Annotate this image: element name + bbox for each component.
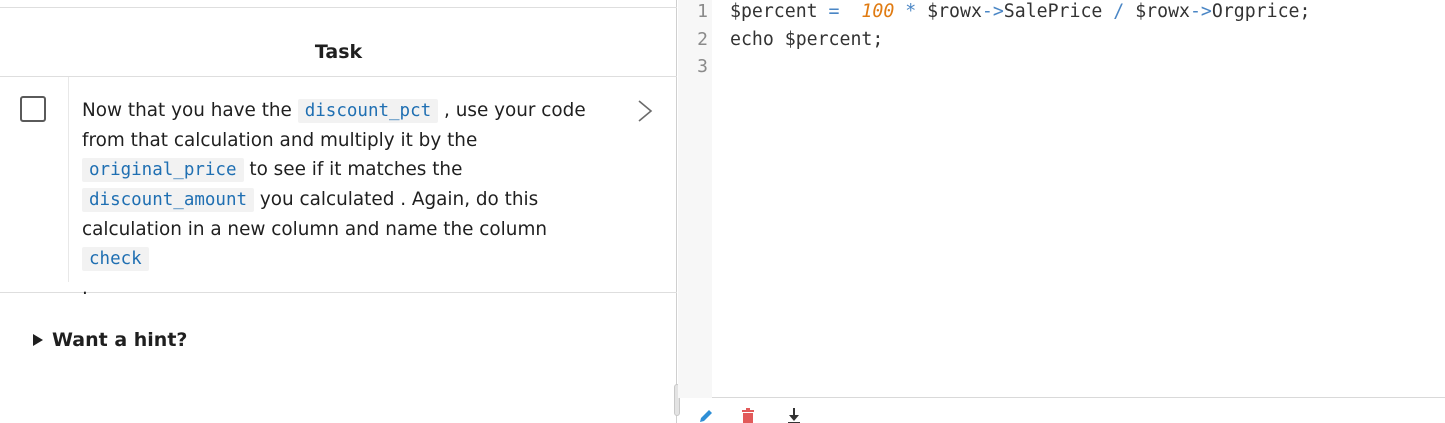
task-header: Task: [0, 28, 677, 77]
code-editor[interactable]: 1 2 3 $percent = 100 * $rowx->SalePrice …: [678, 0, 1445, 398]
chevron-right-icon[interactable]: [636, 99, 654, 123]
task-title: Task: [314, 41, 363, 63]
disclosure-triangle-icon: [33, 334, 43, 346]
pencil-icon[interactable]: [698, 408, 714, 423]
token-arrow: ->: [1189, 1, 1212, 22]
token-operator: =: [817, 1, 851, 22]
checkbox-column: [0, 77, 69, 282]
token-property: Orgprice;: [1211, 1, 1311, 22]
task-item[interactable]: Now that you have the discount_pct , use…: [0, 77, 677, 299]
hint-toggle[interactable]: Want a hint?: [33, 329, 187, 351]
line-number-gutter: 1 2 3: [678, 0, 712, 398]
task-text-3: to see if it matches the: [243, 159, 463, 180]
token-variable: $percent: [730, 1, 818, 22]
download-icon[interactable]: [786, 408, 802, 423]
line-number: 3: [697, 56, 708, 77]
token-property: SalePrice: [1003, 1, 1103, 22]
trash-icon[interactable]: [740, 408, 756, 423]
task-text-5: .: [82, 278, 88, 299]
token-operator: *: [894, 1, 928, 22]
task-panel: Task Now that you have the discount_pct …: [0, 0, 677, 423]
code-original-price: original_price: [82, 158, 244, 182]
line-number: 2: [697, 29, 708, 50]
divider: [0, 7, 677, 8]
line-number: 1: [697, 1, 708, 22]
token-variable: $rowx: [927, 1, 982, 22]
task-description: Now that you have the discount_pct , use…: [82, 96, 602, 303]
code-line-2[interactable]: echo $percent;: [730, 29, 883, 50]
hint-label: Want a hint?: [52, 329, 188, 351]
code-discount-amount: discount_amount: [82, 188, 255, 212]
token-number: 100: [861, 1, 895, 22]
code-check: check: [82, 247, 149, 271]
code-discount-pct: discount_pct: [297, 99, 439, 123]
token-variable: $rowx: [1135, 1, 1190, 22]
token-arrow: ->: [981, 1, 1004, 22]
task-text-1: Now that you have the: [82, 100, 298, 121]
app-root: Task Now that you have the discount_pct …: [0, 0, 1445, 423]
token-operator: /: [1102, 1, 1136, 22]
task-checkbox[interactable]: [20, 96, 46, 122]
code-line-1[interactable]: $percent = 100 * $rowx->SalePrice / $row…: [730, 1, 1310, 22]
